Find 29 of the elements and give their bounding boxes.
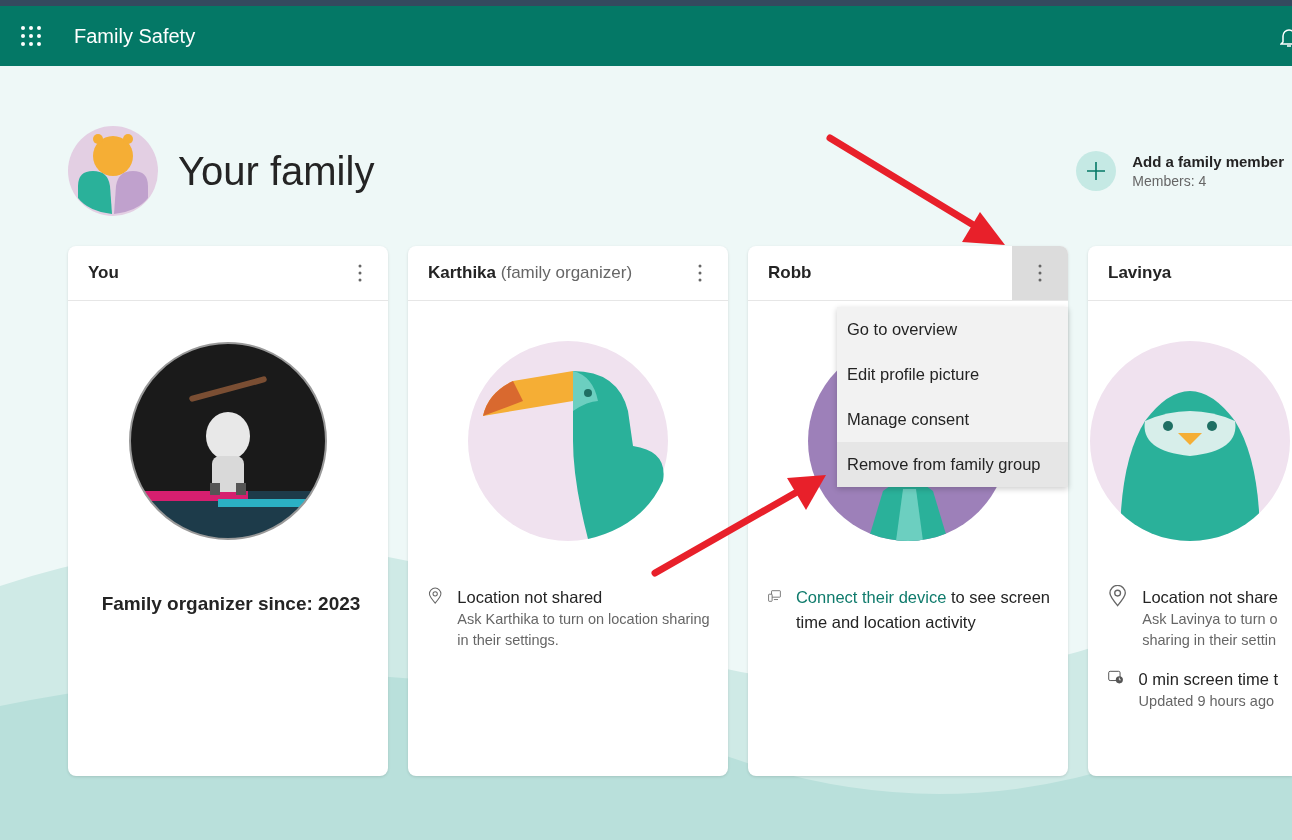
location-status: Location not shared (457, 587, 604, 608)
menu-item[interactable]: Go to overview (837, 307, 1068, 352)
hint-text: Updated 9 hours ago (1138, 692, 1276, 711)
location-status: Location not share (1142, 587, 1278, 608)
location-pin-icon (1108, 585, 1128, 607)
member-name: You (88, 263, 119, 283)
app-launcher-icon[interactable] (20, 25, 42, 47)
kebab-icon (698, 264, 702, 282)
hint-text: Ask Karthika to turn on location sharing in their settings. (457, 610, 711, 650)
plus-icon (1086, 161, 1107, 181)
connect-device-link[interactable]: Connect their device (795, 588, 947, 606)
location-pin-icon (428, 585, 443, 607)
menu-item[interactable]: Remove from family group (837, 442, 1068, 487)
add-member-label[interactable]: Add a family member (1132, 153, 1284, 170)
member-name: Lavinya (1108, 263, 1172, 283)
member-name: Robb (768, 263, 812, 283)
menu-item[interactable]: Manage consent (837, 397, 1068, 442)
connect-message: Connect their device to see screen time and location activity (795, 587, 1052, 633)
add-member-button[interactable] (1076, 151, 1117, 191)
menu-item[interactable]: Edit profile picture (837, 352, 1068, 397)
organizer-since-text: Family organizer since: 2023 (100, 593, 362, 615)
screen-time-status: 0 min screen time t (1138, 669, 1278, 690)
member-name: Karthika (family organizer) (428, 263, 633, 283)
app-title: Family Safety (74, 24, 196, 48)
page-heading: Your family (178, 148, 375, 194)
hint-text: Ask Lavinya to turn o sharing in their settin (1142, 610, 1278, 650)
member-count: Members: 4 (1132, 173, 1208, 189)
kebab-icon (358, 264, 362, 282)
kebab-icon (1038, 264, 1042, 282)
